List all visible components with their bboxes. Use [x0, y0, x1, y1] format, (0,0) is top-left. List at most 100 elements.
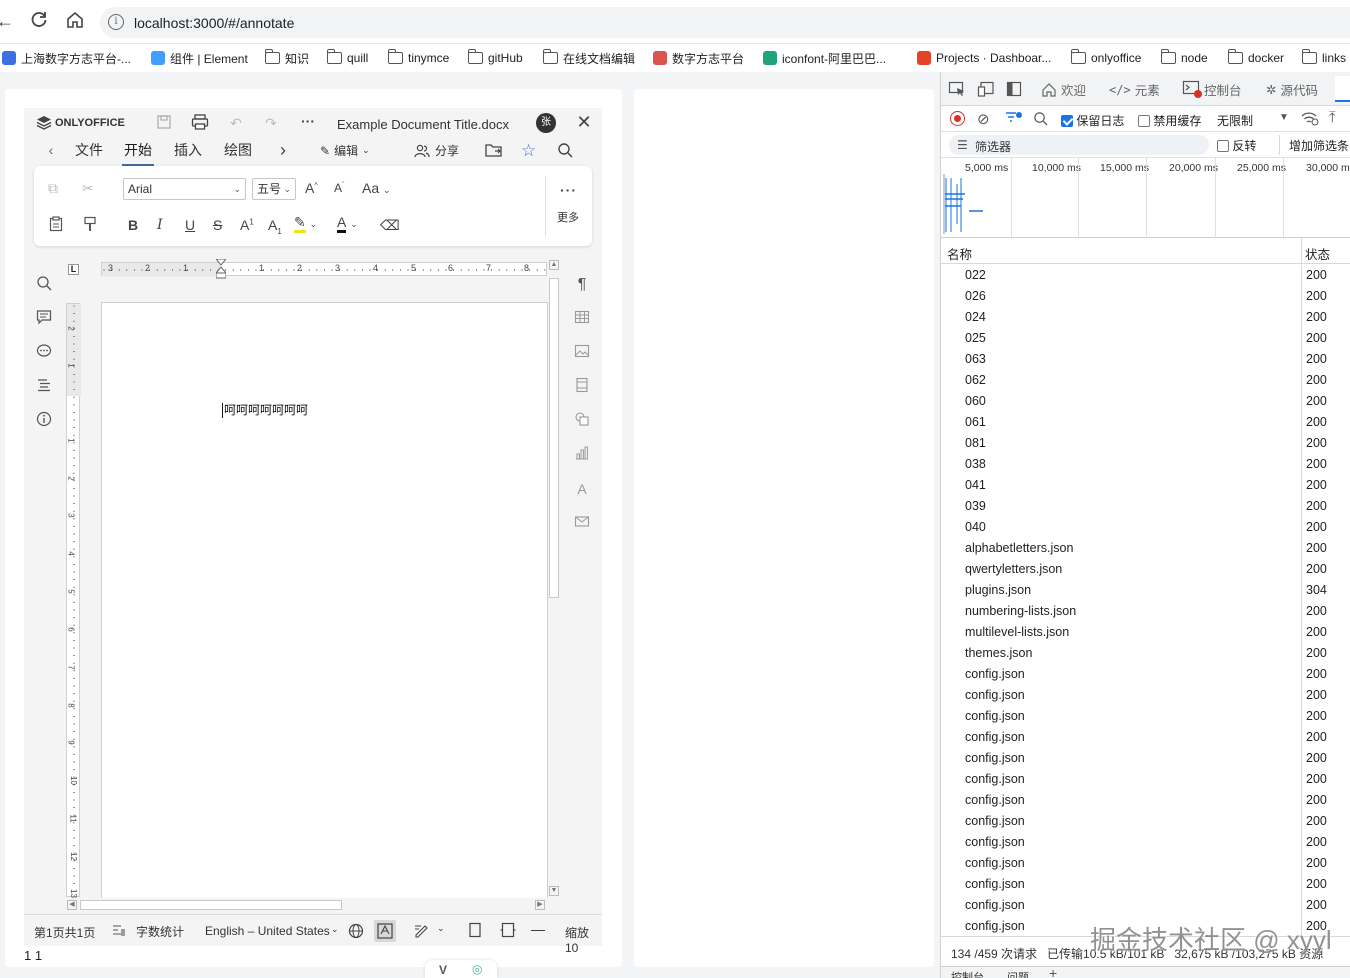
language-select[interactable]: English – United States — [205, 924, 330, 938]
site-info-icon[interactable]: i — [108, 14, 124, 30]
page-info[interactable]: 第1页共1页 — [34, 924, 95, 941]
tab-stop-selector[interactable]: L — [68, 264, 79, 275]
share-button[interactable]: 分享 — [414, 142, 459, 159]
tab-console[interactable]: 控制台 — [1182, 80, 1242, 99]
url-bar[interactable]: i localhost:3000/#/annotate — [100, 7, 1350, 38]
add-tab-icon[interactable]: + — [1049, 967, 1057, 978]
timeline-overview[interactable]: 5,000 ms 10,000 ms 15,000 ms 20,000 ms 25,00… — [941, 158, 1350, 238]
request-row[interactable]: 063 200 — [941, 349, 1350, 370]
paragraph-settings-icon[interactable]: ¶ — [572, 275, 592, 295]
tab-file[interactable]: 文件 — [75, 140, 103, 160]
underline-icon[interactable]: U — [185, 217, 195, 233]
more-icon[interactable]: ··· — [560, 182, 577, 198]
globe-icon[interactable] — [348, 923, 364, 942]
copy-icon[interactable]: ⧉ — [48, 180, 58, 197]
strikethrough-icon[interactable]: S — [213, 217, 222, 233]
font-color-icon[interactable]: A ⌄ — [337, 214, 358, 233]
drawer-tab-issues[interactable]: 问题 — [1007, 969, 1029, 978]
reload-icon[interactable] — [28, 10, 50, 32]
track-changes-icon[interactable] — [414, 922, 432, 941]
request-row[interactable]: config.json 200 — [941, 895, 1350, 916]
bookmark-item[interactable]: links — [1301, 49, 1346, 67]
image-settings-icon[interactable] — [572, 343, 592, 363]
clear-icon[interactable]: ⊘ — [977, 110, 990, 128]
filter-input[interactable]: ☰ 筛选器 — [949, 135, 1209, 155]
request-row[interactable]: 022 200 — [941, 265, 1350, 286]
zoom-out-icon[interactable]: — — [531, 921, 545, 937]
text-art-icon[interactable]: A — [572, 479, 592, 499]
filter-toggle-icon[interactable] — [1005, 110, 1023, 129]
bookmark-item[interactable]: tinymce — [387, 49, 449, 67]
italic-icon[interactable]: I — [157, 217, 163, 233]
more-label[interactable]: 更多 — [557, 209, 579, 225]
record-icon[interactable] — [950, 111, 965, 126]
subscript-icon[interactable]: A1 — [268, 217, 282, 236]
table-settings-icon[interactable] — [572, 309, 592, 329]
fit-page-icon[interactable] — [468, 922, 482, 941]
scrollbar-thumb[interactable] — [549, 278, 559, 598]
throttling-select[interactable]: 无限制 — [1217, 112, 1253, 129]
home-icon[interactable] — [64, 10, 86, 32]
bookmark-item[interactable]: node — [1160, 49, 1208, 67]
horizontal-scrollbar[interactable]: ◀ ▶ — [66, 899, 548, 911]
shape-settings-icon[interactable] — [572, 411, 592, 431]
request-row[interactable]: 062 200 — [941, 370, 1350, 391]
request-row[interactable]: alphabetletters.json 200 — [941, 538, 1350, 559]
network-conditions-icon[interactable] — [1301, 110, 1319, 129]
search-icon[interactable] — [1033, 111, 1048, 129]
more-actions-icon[interactable]: ··· — [298, 112, 318, 130]
scroll-tabs-right-icon[interactable]: › — [276, 141, 290, 159]
document-text[interactable]: 呵呵呵呵呵呵呵 — [222, 403, 308, 418]
scroll-down-icon[interactable]: ▼ — [549, 886, 559, 896]
locate-icon[interactable]: ◎ — [472, 962, 482, 976]
request-row[interactable]: config.json 200 — [941, 727, 1350, 748]
request-row[interactable]: 060 200 — [941, 391, 1350, 412]
edit-mode-button[interactable]: ✎ 编辑 ⌄ — [320, 142, 370, 159]
chat-icon[interactable] — [34, 343, 54, 363]
comments-icon[interactable] — [34, 309, 54, 329]
scroll-tabs-left-icon[interactable]: ‹ — [44, 141, 58, 159]
bookmark-item[interactable]: onlyoffice — [1070, 49, 1141, 67]
request-row[interactable]: plugins.json 304 — [941, 580, 1350, 601]
tab-network[interactable] — [1335, 76, 1350, 102]
tab-welcome[interactable]: 欢迎 — [1041, 80, 1086, 99]
tab-draw[interactable]: 绘图 — [224, 140, 252, 160]
tab-home[interactable]: 开始 — [122, 140, 154, 166]
tab-sources[interactable]: ✲ 源代码 — [1266, 80, 1318, 99]
request-row[interactable]: config.json 200 — [941, 874, 1350, 895]
disable-cache-checkbox[interactable]: 禁用缓存 — [1138, 112, 1201, 129]
change-case-icon[interactable]: Aa ⌄ — [362, 180, 391, 196]
request-row[interactable]: qwertyletters.json 200 — [941, 559, 1350, 580]
bookmark-item[interactable]: 组件 | Element — [151, 49, 248, 67]
bookmark-item[interactable]: quill — [326, 49, 368, 67]
bookmark-item[interactable]: gitHub — [467, 49, 523, 67]
column-name[interactable]: 名称 — [947, 244, 972, 263]
request-row[interactable]: config.json 200 — [941, 811, 1350, 832]
undo-icon[interactable]: ↶ — [227, 114, 245, 132]
mail-merge-icon[interactable] — [572, 513, 592, 533]
invert-checkbox[interactable]: 反转 — [1217, 137, 1256, 154]
fit-width-icon[interactable] — [500, 922, 516, 941]
about-icon[interactable] — [34, 411, 54, 431]
document-page[interactable] — [101, 302, 548, 898]
more-filters-button[interactable]: 增加筛选条 — [1289, 137, 1349, 154]
superscript-icon[interactable]: A1 — [240, 217, 254, 233]
bold-icon[interactable]: B — [128, 217, 138, 233]
request-row[interactable]: config.json 200 — [941, 853, 1350, 874]
bookmark-item[interactable]: 数字方志平台 — [653, 49, 744, 67]
clear-style-icon[interactable]: ⌫ — [380, 217, 400, 234]
scroll-up-icon[interactable]: ▲ — [549, 260, 559, 270]
bookmark-item[interactable]: 知识 — [264, 49, 309, 67]
navigation-icon[interactable] — [34, 377, 54, 397]
scroll-right-icon[interactable]: ▶ — [535, 900, 545, 910]
request-row[interactable]: themes.json 200 — [941, 643, 1350, 664]
request-row[interactable]: config.json 200 — [941, 832, 1350, 853]
increase-font-icon[interactable]: A^ — [305, 180, 318, 196]
request-row[interactable]: config.json 200 — [941, 706, 1350, 727]
back-icon[interactable]: ← — [0, 10, 16, 32]
chart-settings-icon[interactable] — [572, 445, 592, 465]
paste-icon[interactable] — [49, 216, 63, 235]
zoom-level[interactable]: 缩放10 — [565, 924, 602, 955]
font-size-select[interactable]: 五号 ⌄ — [252, 178, 296, 200]
request-row[interactable]: 026 200 — [941, 286, 1350, 307]
